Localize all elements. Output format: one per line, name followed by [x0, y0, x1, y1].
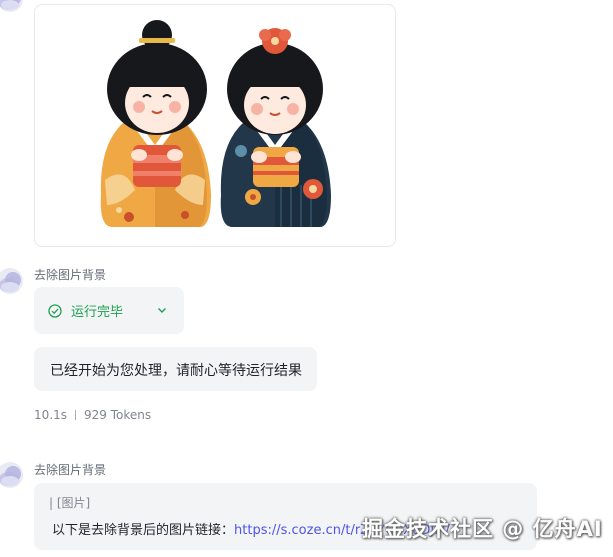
- watermark: 掘金技术社区 @ 亿舟AI: [362, 517, 603, 541]
- bot-avatar[interactable]: [0, 0, 23, 12]
- run-status-label: 运行完毕: [71, 305, 124, 320]
- message-meta: 10.1s 929 Tokens: [34, 408, 151, 422]
- generated-image[interactable]: [34, 4, 396, 247]
- quoted-image[interactable]: | [图片]: [49, 494, 90, 511]
- kokeshi-dolls-illustration: [100, 20, 331, 227]
- chevron-down-icon[interactable]: [156, 304, 168, 316]
- meta-divider: [74, 410, 76, 420]
- token-count: 929 Tokens: [83, 408, 152, 422]
- bot-avatar[interactable]: [0, 462, 23, 488]
- bot-name: 去除图片背景: [34, 463, 107, 477]
- link-prefix-text: 以下是去除背景后的图片链接：: [52, 523, 235, 538]
- run-status-card[interactable]: 运行完毕: [34, 287, 184, 334]
- check-circle-icon: [48, 303, 62, 318]
- bot-name: 去除图片背景: [34, 268, 107, 282]
- reply-text: 已经开始为您处理，请耐心等待运行结果: [50, 363, 302, 379]
- bot-avatar[interactable]: [0, 268, 23, 294]
- response-duration: 10.1s: [34, 408, 67, 422]
